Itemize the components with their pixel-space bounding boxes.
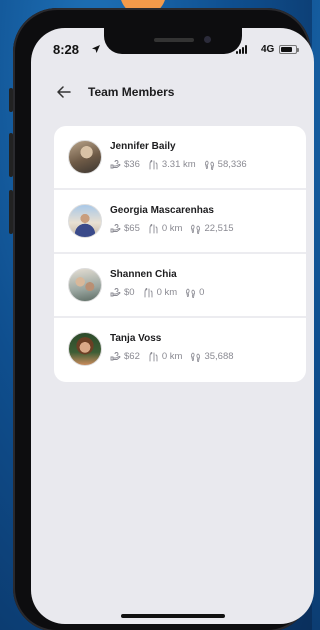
page-title: Team Members	[88, 85, 175, 99]
member-stats: $0 0 km 0	[110, 287, 204, 298]
hand-money-icon	[110, 160, 121, 169]
location-arrow-icon	[92, 45, 100, 53]
member-row[interactable]: Tanja Voss $62 0 km 35,688	[54, 318, 306, 382]
route-icon	[149, 223, 158, 233]
member-distance: 3.31 km	[161, 159, 196, 170]
route-icon	[144, 287, 153, 297]
avatar	[68, 268, 102, 302]
avatar	[68, 204, 102, 238]
app-header: Team Members	[31, 73, 314, 113]
volume-up-button	[9, 133, 13, 177]
member-steps: 58,336	[217, 159, 247, 170]
mute-switch	[9, 88, 13, 112]
phone-screen: 8:28 4G Team Members Jennifer Baily $36 …	[31, 28, 314, 624]
status-time: 8:28	[53, 42, 80, 57]
member-earnings: $36	[124, 159, 140, 170]
back-button[interactable]	[55, 83, 73, 101]
route-icon	[149, 159, 158, 169]
footprints-icon	[191, 224, 201, 234]
member-earnings: $65	[124, 223, 140, 234]
route-icon	[149, 351, 158, 361]
battery-icon	[279, 45, 299, 54]
member-earnings: $62	[124, 351, 140, 362]
member-distance: 0 km	[156, 287, 178, 298]
network-type: 4G	[261, 44, 275, 55]
member-distance: 0 km	[161, 351, 183, 362]
avatar	[68, 332, 102, 366]
member-distance: 0 km	[161, 223, 183, 234]
member-stats: $36 3.31 km 58,336	[110, 159, 247, 170]
member-stats: $62 0 km 35,688	[110, 351, 234, 362]
member-row[interactable]: Jennifer Baily $36 3.31 km 58,336	[54, 126, 306, 190]
member-earnings: $0	[124, 287, 135, 298]
home-indicator[interactable]	[121, 614, 225, 618]
member-name: Shannen Chia	[110, 269, 177, 280]
member-name: Tanja Voss	[110, 333, 162, 344]
hand-money-icon	[110, 224, 121, 233]
hand-money-icon	[110, 352, 121, 361]
member-name: Georgia Mascarenhas	[110, 205, 214, 216]
footprints-icon	[191, 352, 201, 362]
member-row[interactable]: Shannen Chia $0 0 km 0	[54, 254, 306, 318]
member-stats: $65 0 km 22,515	[110, 223, 234, 234]
member-steps: 0	[199, 287, 205, 298]
member-steps: 35,688	[204, 351, 234, 362]
footprints-icon	[204, 160, 214, 170]
member-name: Jennifer Baily	[110, 141, 176, 152]
member-row[interactable]: Georgia Mascarenhas $65 0 km 22,515	[54, 190, 306, 254]
footprints-icon	[186, 288, 196, 298]
phone-frame: 8:28 4G Team Members Jennifer Baily $36 …	[9, 8, 314, 630]
arrow-left-icon	[57, 86, 71, 98]
avatar	[68, 140, 102, 174]
team-members-list: Jennifer Baily $36 3.31 km 58,336 Georgi…	[54, 126, 306, 382]
notch	[104, 28, 242, 54]
volume-down-button	[9, 190, 13, 234]
hand-money-icon	[110, 288, 121, 297]
member-steps: 22,515	[204, 223, 234, 234]
